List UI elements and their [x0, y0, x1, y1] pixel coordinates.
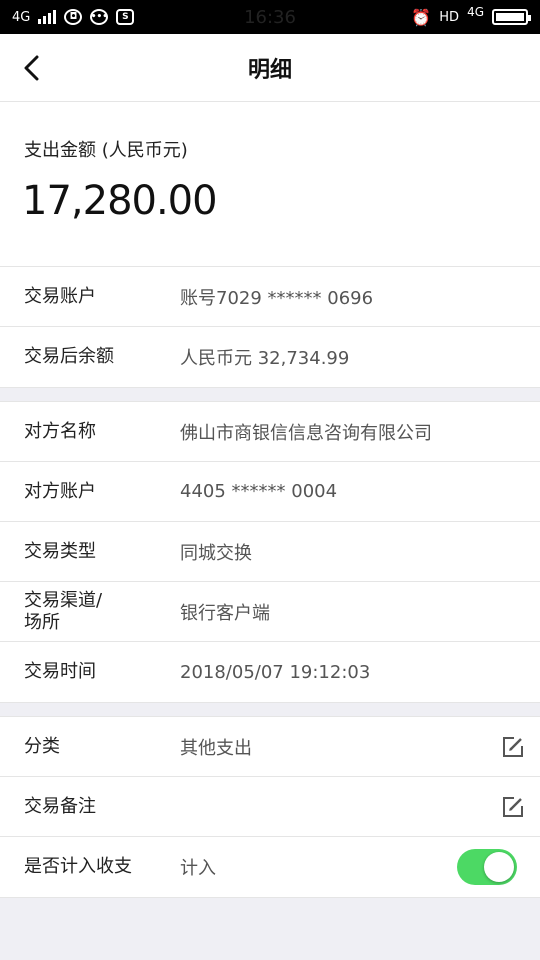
network-type-left: 4G: [12, 9, 31, 25]
shop-app-icon: S: [116, 9, 135, 25]
signal-icon: [38, 10, 57, 24]
row-label: 交易渠道/ 场所: [24, 589, 103, 633]
edit-icon[interactable]: [502, 796, 524, 818]
row-value: 4405 ****** 0004: [180, 481, 338, 502]
row-balance-after: 交易后余额 人民币元 32,734.99: [0, 327, 540, 387]
status-right-icons: ⏰ HD 4G: [411, 5, 531, 27]
row-value: 银行客户端: [180, 602, 270, 624]
hd-indicator: HD: [439, 9, 460, 25]
row-label: 交易备注: [24, 795, 96, 817]
row-label: 对方名称: [24, 420, 96, 442]
row-value: 其他支出: [180, 737, 252, 759]
amount-value: 17,280.00: [22, 178, 218, 224]
back-button[interactable]: [12, 48, 52, 88]
row-label: 分类: [24, 735, 60, 757]
toggle-knob: [484, 852, 514, 882]
row-value: 人民币元 32,734.99: [180, 348, 350, 369]
status-left-icons: 4G ◘ ••• S: [12, 9, 135, 25]
battery-icon: [492, 9, 531, 25]
row-label: 交易账户: [24, 285, 96, 307]
row-label: 交易后余额: [24, 346, 114, 367]
row-label: 交易时间: [24, 661, 96, 682]
row-include-in-stats: 是否计入收支 计入: [0, 837, 540, 897]
row-value: 账号7029 ****** 0696: [180, 287, 374, 309]
row-label: 交易类型: [24, 540, 96, 562]
edit-icon[interactable]: [502, 736, 524, 758]
row-value: 2018/05/07 19:12:03: [180, 661, 371, 683]
row-value: 同城交换: [180, 542, 252, 564]
include-toggle[interactable]: [457, 849, 517, 885]
row-label: 是否计入收支: [24, 856, 132, 877]
navigation-bar: 明细: [0, 34, 540, 102]
row-transaction-type: 交易类型 同城交换: [0, 522, 540, 582]
row-transaction-account: 交易账户 账号7029 ****** 0696: [0, 267, 540, 327]
row-counterparty-account: 对方账户 4405 ****** 0004: [0, 462, 540, 522]
account-section: 交易账户 账号7029 ****** 0696 交易后余额 人民币元 32,73…: [0, 266, 540, 388]
row-counterparty-name: 对方名称 佛山市商银信信息咨询有限公司: [0, 402, 540, 462]
row-value: 佛山市商银信信息咨询有限公司: [180, 422, 432, 444]
chevron-left-icon: [24, 55, 39, 81]
notification-app-icon: ◘: [64, 9, 83, 25]
row-value: 计入: [180, 858, 216, 879]
alarm-icon: ⏰: [411, 7, 432, 27]
chat-app-icon: •••: [90, 9, 109, 25]
row-label: 对方账户: [24, 480, 96, 502]
row-transaction-channel: 交易渠道/ 场所 银行客户端: [0, 582, 540, 642]
amount-label: 支出金额 (人民币元): [24, 140, 188, 161]
detail-section: 对方名称 佛山市商银信信息咨询有限公司 对方账户 4405 ****** 000…: [0, 401, 540, 703]
row-category[interactable]: 分类 其他支出: [0, 717, 540, 777]
page-title: 明细: [247, 57, 292, 83]
category-section: 分类 其他支出 交易备注 是否计入收支 计入: [0, 716, 540, 898]
status-bar: 4G ◘ ••• S ⏰ HD 4G: [0, 0, 540, 34]
row-transaction-time: 交易时间 2018/05/07 19:12:03: [0, 642, 540, 702]
amount-panel: 支出金额 (人民币元) 17,280.00: [0, 102, 540, 267]
network-type-right: 4G: [467, 5, 484, 19]
row-transaction-note[interactable]: 交易备注: [0, 777, 540, 837]
